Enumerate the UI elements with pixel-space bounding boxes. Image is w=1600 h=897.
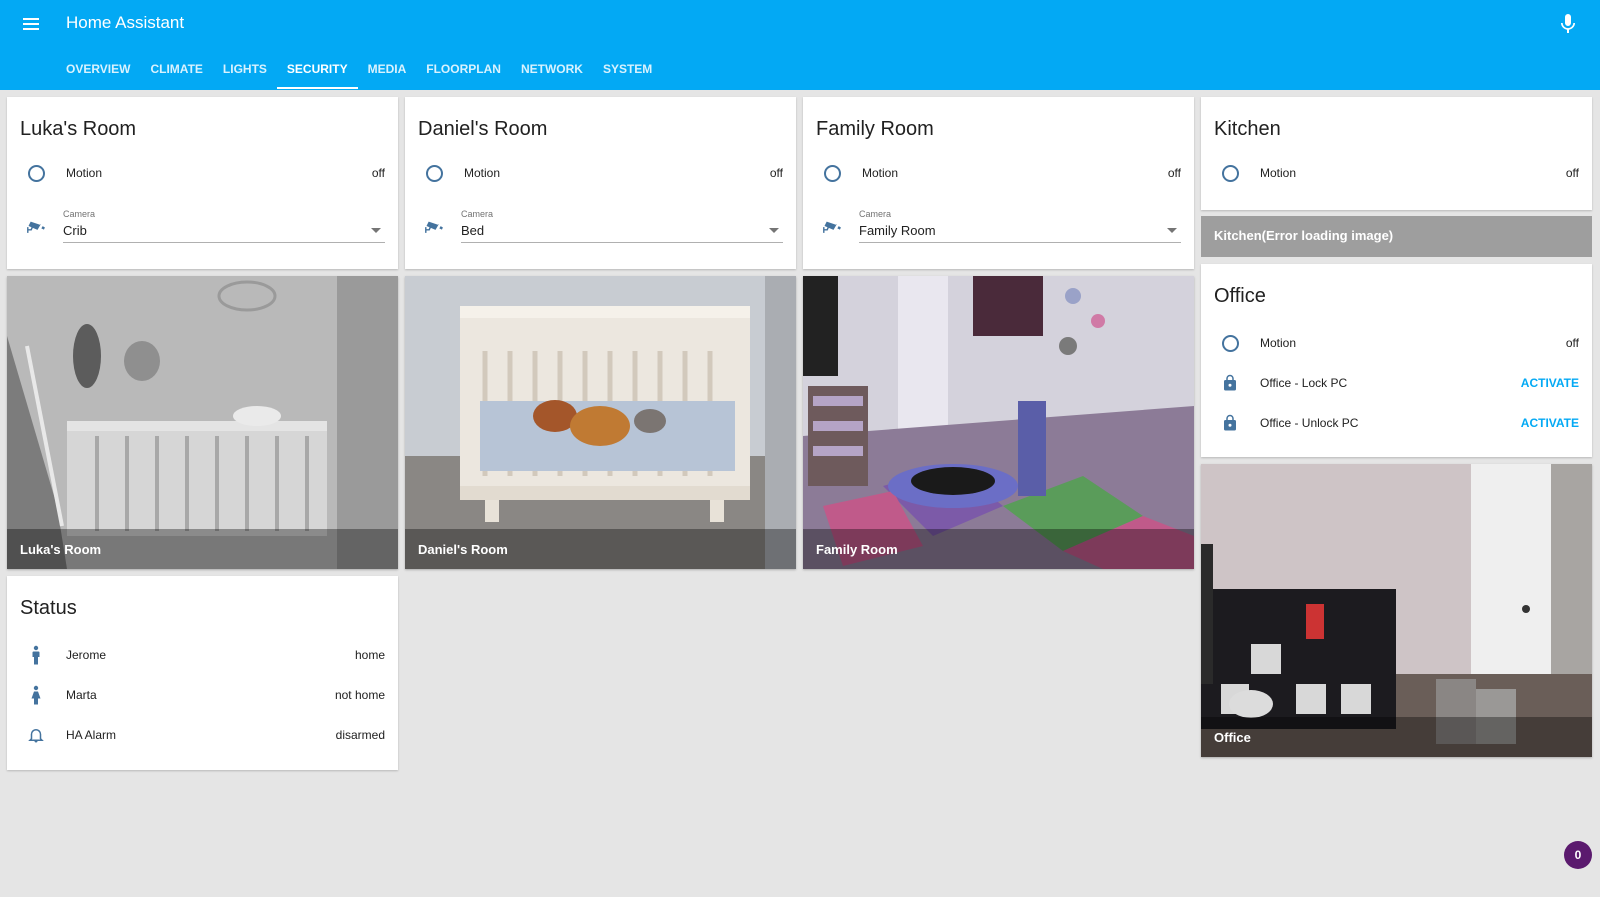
camera-image — [405, 276, 796, 569]
tab-system[interactable]: SYSTEM — [593, 56, 662, 90]
card-title: Luka's Room — [20, 118, 137, 140]
chevron-down-icon — [1167, 228, 1177, 233]
camera-caption: Office — [1214, 730, 1251, 745]
card-title: Status — [20, 597, 77, 619]
entity-state: home — [354, 648, 385, 662]
camera-caption: Family Room — [816, 542, 898, 557]
status-row-jerome[interactable]: Jerome home — [7, 640, 398, 670]
room-card-family: Family Room Motion off Camera Family Roo… — [803, 97, 1194, 269]
camera-image — [7, 276, 398, 569]
camera-caption: Luka's Room — [20, 542, 102, 557]
camera-image — [803, 276, 1194, 569]
cctv-icon — [424, 218, 444, 238]
app-title: Home Assistant — [66, 13, 185, 32]
camera-select[interactable]: Camera Bed — [461, 207, 783, 243]
camera-feed-office[interactable]: Office — [1201, 464, 1592, 757]
room-card-office: Office Motion off Office - Lock PC ACTIV… — [1201, 264, 1592, 457]
entity-state: off — [1565, 166, 1579, 180]
chevron-down-icon — [769, 228, 779, 233]
motion-sensor-row[interactable]: Motion off — [803, 158, 1194, 188]
select-label: Camera — [461, 209, 494, 219]
select-value: Crib — [63, 223, 87, 238]
entity-name: Marta — [66, 688, 97, 702]
select-label: Camera — [859, 209, 892, 219]
bell-icon — [26, 725, 46, 745]
motion-sensor-row[interactable]: Motion off — [1201, 328, 1592, 358]
status-row-marta[interactable]: Marta not home — [7, 680, 398, 710]
status-card: Status Jerome home Marta not home HA Ala… — [7, 576, 398, 770]
status-row-ha-alarm[interactable]: HA Alarm disarmed — [7, 720, 398, 750]
camera-error-kitchen[interactable]: Kitchen(Error loading image) — [1201, 216, 1592, 257]
camera-select[interactable]: Camera Crib — [63, 207, 385, 243]
lock-icon — [1220, 373, 1240, 393]
camera-feed-family-room[interactable]: Family Room — [803, 276, 1194, 569]
camera-select[interactable]: Camera Family Room — [859, 207, 1181, 243]
card-title: Kitchen — [1214, 118, 1281, 140]
tab-floorplan[interactable]: FLOORPLAN — [416, 56, 511, 90]
entity-name: HA Alarm — [66, 728, 117, 742]
room-card-kitchen: Kitchen Motion off — [1201, 97, 1592, 210]
entity-name: Motion — [66, 166, 103, 180]
entity-name: Jerome — [66, 648, 107, 662]
entity-state: off — [371, 166, 385, 180]
tab-overview[interactable]: OVERVIEW — [56, 56, 140, 90]
script-name: Office - Unlock PC — [1260, 416, 1359, 430]
entity-name: Motion — [1260, 336, 1297, 350]
app-header: Home Assistant OVERVIEW CLIMATE LIGHTS S… — [0, 0, 1600, 90]
motion-sensor-icon — [1220, 163, 1240, 183]
script-name: Office - Lock PC — [1260, 376, 1348, 390]
motion-sensor-row[interactable]: Motion off — [7, 158, 398, 188]
cctv-icon — [26, 218, 46, 238]
person-male-icon — [26, 645, 46, 665]
card-title: Office — [1214, 285, 1266, 307]
menu-icon[interactable] — [19, 12, 43, 36]
select-value: Family Room — [859, 223, 936, 238]
camera-error-text: Kitchen(Error loading image) — [1214, 228, 1394, 243]
card-title: Daniel's Room — [418, 118, 548, 140]
motion-sensor-icon — [1220, 333, 1240, 353]
activate-button[interactable]: ACTIVATE — [1521, 376, 1579, 390]
tab-lights[interactable]: LIGHTS — [213, 56, 277, 90]
room-card-lukas: Luka's Room Motion off Camera Crib — [7, 97, 398, 269]
motion-sensor-row[interactable]: Motion off — [1201, 158, 1592, 188]
select-value: Bed — [461, 223, 485, 238]
room-card-daniels: Daniel's Room Motion off Camera Bed — [405, 97, 796, 269]
entity-name: Motion — [862, 166, 899, 180]
motion-sensor-icon — [26, 163, 46, 183]
select-label: Camera — [63, 209, 96, 219]
motion-sensor-icon — [822, 163, 842, 183]
cctv-icon — [822, 218, 842, 238]
view-tabs: OVERVIEW CLIMATE LIGHTS SECURITY MEDIA F… — [56, 56, 662, 90]
script-row-unlock-pc: Office - Unlock PC ACTIVATE — [1201, 408, 1592, 438]
camera-feed-lukas-room[interactable]: Luka's Room — [7, 276, 398, 569]
entity-state: off — [769, 166, 783, 180]
camera-feed-daniels-room[interactable]: Daniel's Room — [405, 276, 796, 569]
camera-image — [1201, 464, 1592, 757]
entity-name: Motion — [464, 166, 501, 180]
activate-button[interactable]: ACTIVATE — [1521, 416, 1579, 430]
lock-icon — [1220, 413, 1240, 433]
entity-name: Motion — [1260, 166, 1297, 180]
tab-network[interactable]: NETWORK — [511, 56, 593, 90]
tab-security[interactable]: SECURITY — [276, 56, 358, 90]
motion-sensor-icon — [424, 163, 444, 183]
chevron-down-icon — [371, 228, 381, 233]
notifications-badge[interactable]: 0 — [1564, 841, 1592, 869]
tab-climate[interactable]: CLIMATE — [140, 56, 212, 90]
card-title: Family Room — [816, 118, 934, 140]
entity-state: disarmed — [335, 728, 385, 742]
entity-state: off — [1167, 166, 1181, 180]
tab-media[interactable]: MEDIA — [358, 56, 417, 90]
motion-sensor-row[interactable]: Motion off — [405, 158, 796, 188]
script-row-lock-pc: Office - Lock PC ACTIVATE — [1201, 368, 1592, 398]
microphone-icon[interactable] — [1556, 12, 1580, 36]
entity-state: not home — [334, 688, 385, 702]
camera-caption: Daniel's Room — [418, 542, 508, 557]
person-female-icon — [26, 685, 46, 705]
entity-state: off — [1565, 336, 1579, 350]
